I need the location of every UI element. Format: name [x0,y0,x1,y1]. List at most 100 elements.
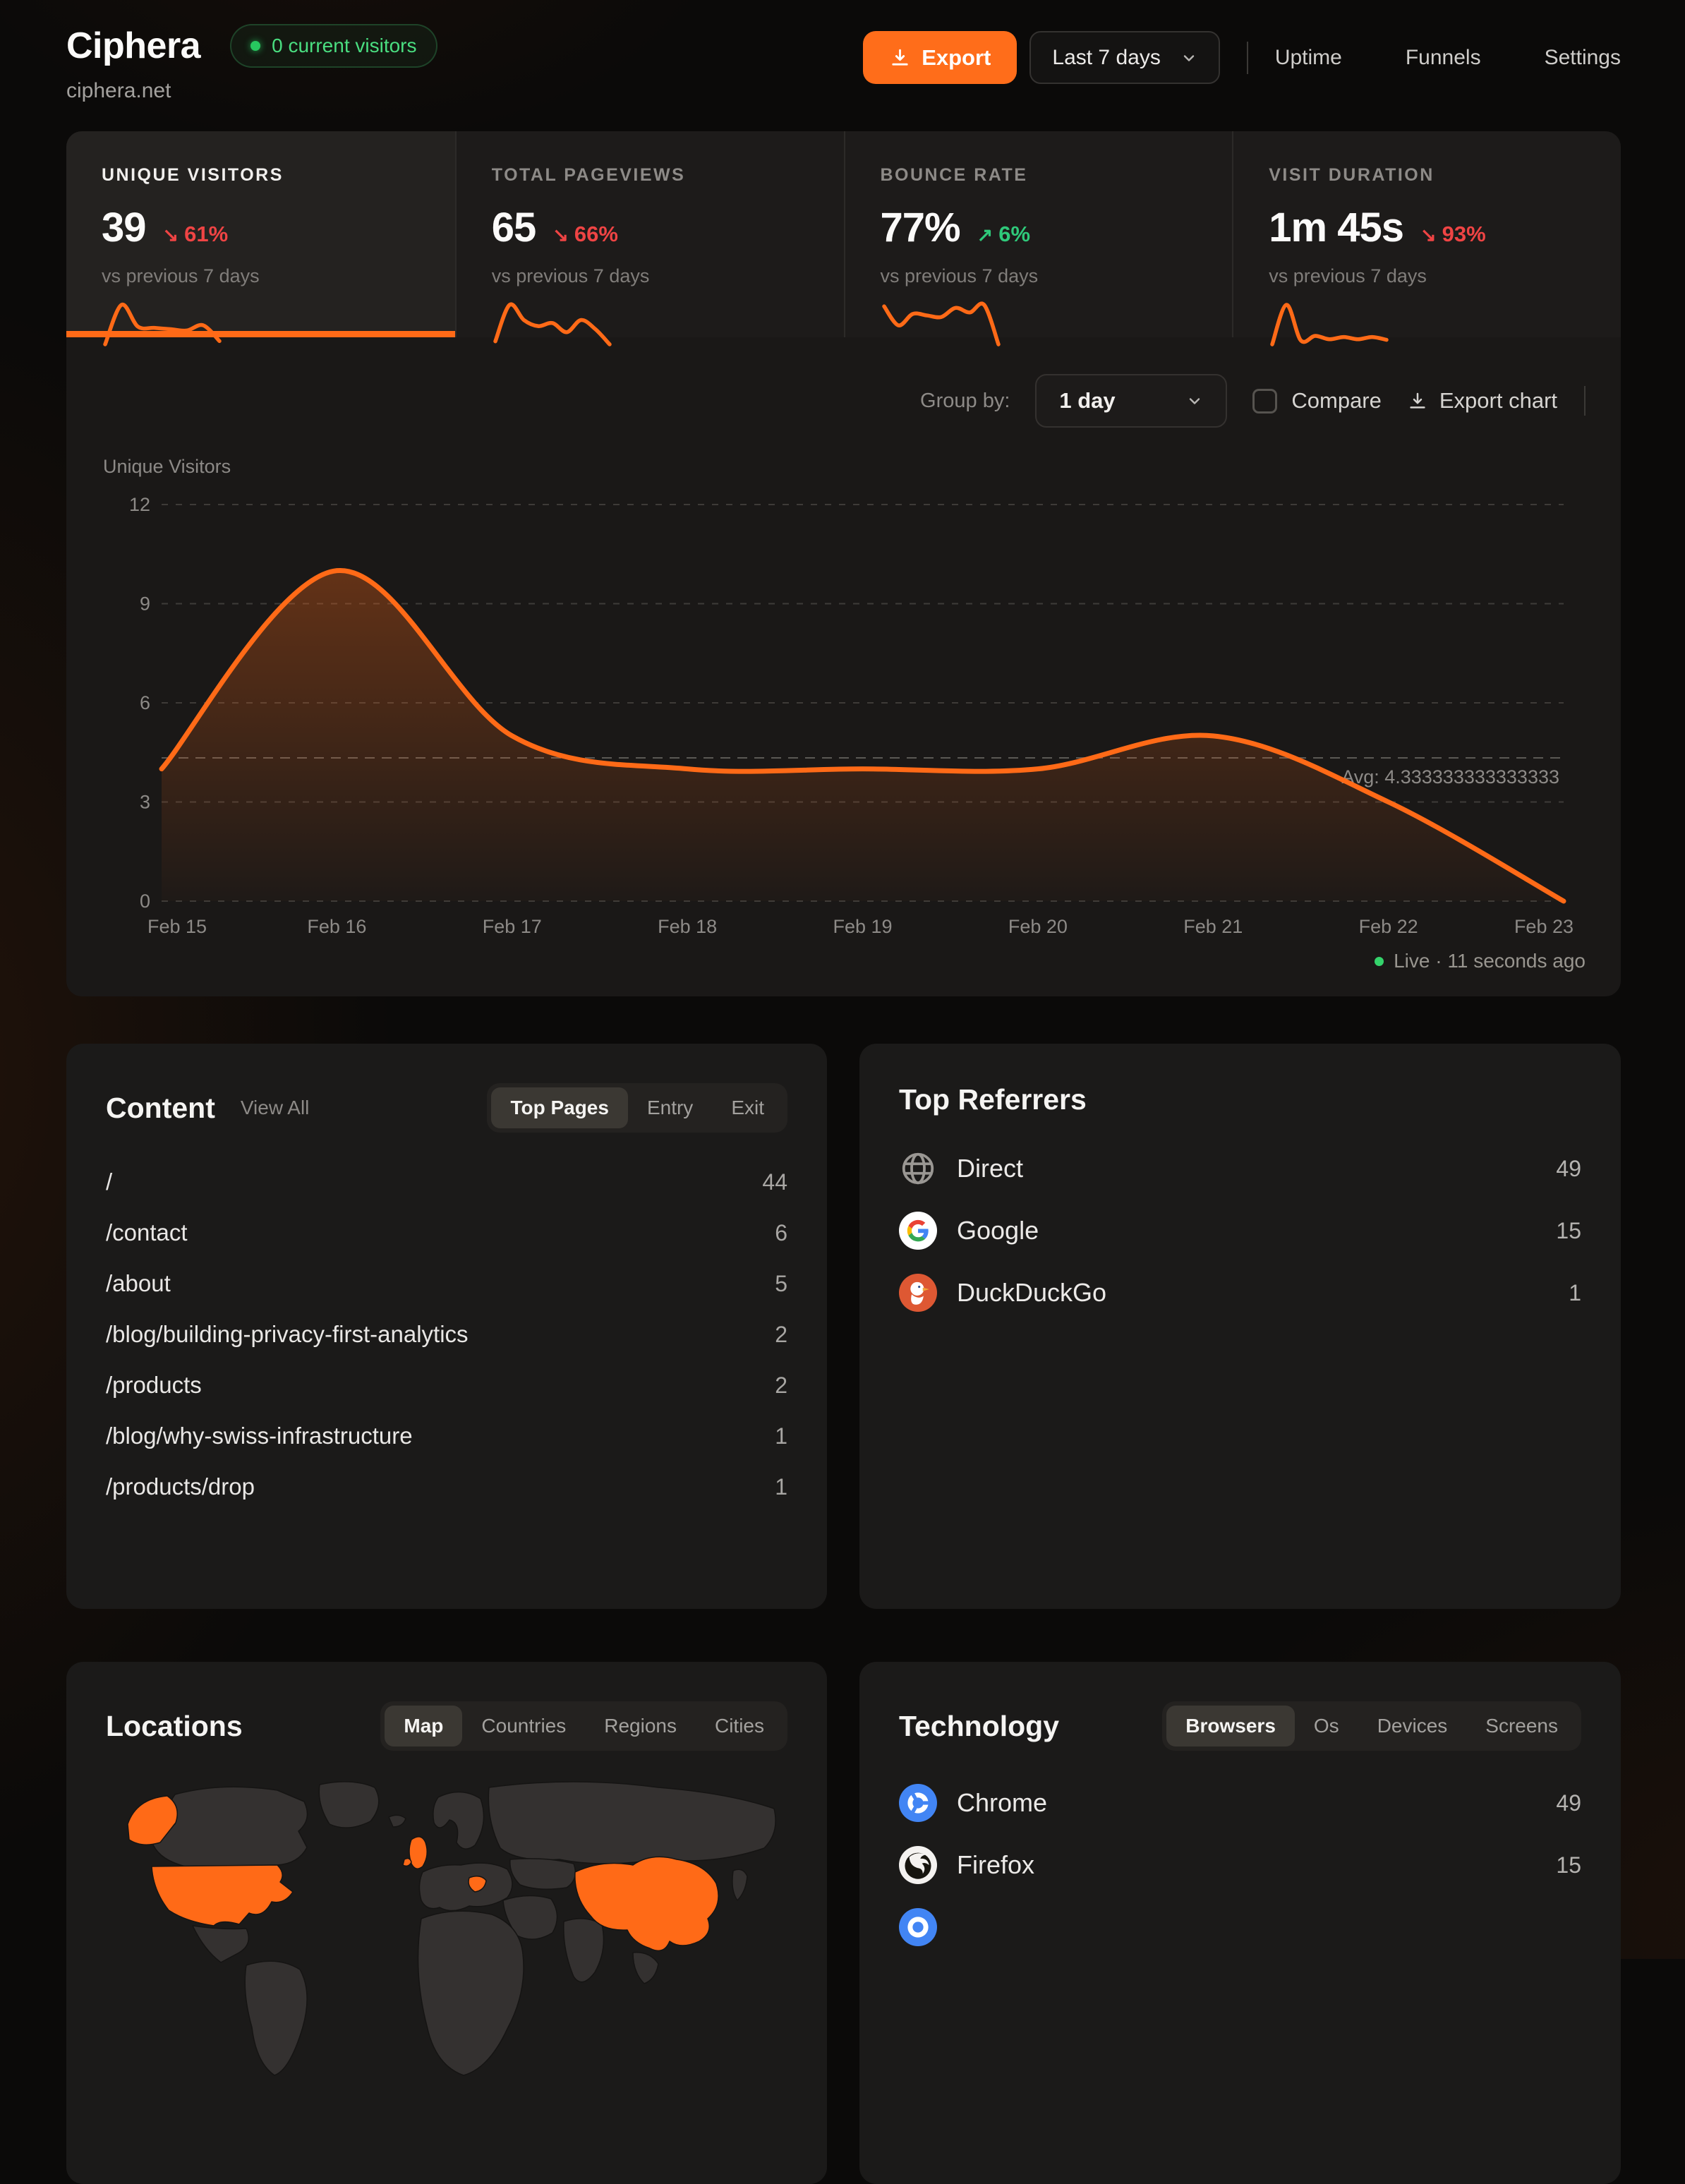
world-map-container [106,1780,787,2080]
view-all-link[interactable]: View All [241,1097,310,1119]
overview-panel: UNIQUE VISITORS 39 ↘61% vs previous 7 da… [66,131,1621,996]
svg-text:3: 3 [140,792,150,813]
list-item[interactable]: /products/drop1 [106,1461,787,1512]
stat-delta: ↘93% [1420,222,1486,247]
firefox-icon [899,1846,937,1884]
tab-screens[interactable]: Screens [1466,1706,1577,1746]
svg-text:Avg: 4.333333333333333: Avg: 4.333333333333333 [1341,766,1559,788]
export-chart-button[interactable]: Export chart [1407,388,1557,414]
dashboard-page: Ciphera 0 current visitors ciphera.net E… [0,0,1685,2184]
svg-text:Feb 19: Feb 19 [833,916,892,937]
sparkline-chart [492,301,613,348]
stat-visit-duration[interactable]: VISIT DURATION 1m 45s ↘93% vs previous 7… [1232,131,1621,337]
list-item[interactable]: /contact6 [106,1207,787,1258]
stat-delta: ↘61% [163,222,229,247]
compare-checkbox[interactable] [1252,389,1277,414]
svg-text:Feb 20: Feb 20 [1008,916,1068,937]
header: Ciphera 0 current visitors ciphera.net E… [66,24,1621,103]
list-item[interactable]: Firefox 15 [899,1834,1581,1896]
tab-entry[interactable]: Entry [628,1087,712,1128]
chrome-icon [899,1784,937,1822]
technology-card: Technology Browsers Os Devices Screens [859,1662,1621,2184]
stat-unique-visitors[interactable]: UNIQUE VISITORS 39 ↘61% vs previous 7 da… [66,131,455,337]
tab-regions[interactable]: Regions [585,1706,696,1746]
country-united-states [152,1865,293,1926]
content-tabs: Top Pages Entry Exit [487,1083,787,1133]
download-icon [889,47,911,68]
list-item[interactable]: Direct 49 [899,1138,1581,1200]
svg-text:0: 0 [140,891,150,912]
brand-block: Ciphera 0 current visitors ciphera.net [66,24,437,103]
list-item[interactable]: /blog/building-privacy-first-analytics2 [106,1309,787,1360]
site-domain: ciphera.net [66,79,437,103]
svg-text:Feb 16: Feb 16 [307,916,366,937]
top-referrers-title: Top Referrers [899,1083,1087,1116]
main-nav: Uptime Funnels Settings [1275,46,1621,70]
controls-divider [1584,386,1586,416]
svg-text:Feb 23: Feb 23 [1514,916,1574,937]
main-chart[interactable]: 036912Avg: 4.333333333333333Feb 15Feb 16… [102,483,1583,943]
trend-up-icon: ↗ [977,224,994,246]
google-icon [899,1212,937,1250]
chart-controls: Group by: 1 day Compare Export chart [102,374,1586,428]
list-item[interactable]: /about5 [106,1258,787,1309]
sparkline-chart [881,301,1002,348]
country-united-kingdom-ni [403,1859,411,1866]
nav-funnels[interactable]: Funnels [1406,46,1481,70]
stat-value: 39 [102,204,146,251]
group-by-value: 1 day [1059,388,1115,414]
world-map[interactable] [106,1780,787,2077]
tab-exit[interactable]: Exit [712,1087,783,1128]
svg-text:Feb 17: Feb 17 [483,916,542,937]
list-item[interactable]: /products2 [106,1360,787,1411]
tab-countries[interactable]: Countries [462,1706,585,1746]
tab-cities[interactable]: Cities [696,1706,783,1746]
stat-compare-label: vs previous 7 days [492,265,809,287]
stat-compare-label: vs previous 7 days [881,265,1197,287]
chevron-down-icon [1186,392,1203,409]
tab-top-pages[interactable]: Top Pages [491,1087,628,1128]
group-by-dropdown[interactable]: 1 day [1035,374,1227,428]
export-button[interactable]: Export [863,31,1017,84]
list-item[interactable]: DuckDuckGo 1 [899,1262,1581,1324]
live-label: Live · 11 seconds ago [1394,950,1586,972]
svg-text:6: 6 [140,692,150,713]
stat-value: 77% [881,204,960,251]
browsers-list: Chrome 49 Firefox 15 [899,1772,1581,1958]
live-status: Live · 11 seconds ago [102,950,1586,972]
tab-os[interactable]: Os [1295,1706,1358,1746]
list-item[interactable]: /44 [106,1157,787,1207]
country-united-kingdom [409,1837,427,1869]
date-range-dropdown[interactable]: Last 7 days [1029,31,1219,84]
stat-label: UNIQUE VISITORS [102,165,420,186]
locations-card: Locations Map Countries Regions Cities [66,1662,827,2184]
compare-toggle[interactable]: Compare [1252,388,1382,414]
tab-map[interactable]: Map [385,1706,462,1746]
chart-axis-title: Unique Visitors [103,456,1586,478]
sparkline-chart [1269,301,1390,348]
svg-text:12: 12 [129,494,150,515]
stat-value: 65 [492,204,536,251]
top-referrers-card: Top Referrers Direct 49 [859,1044,1621,1609]
list-item[interactable]: /blog/why-swiss-infrastructure1 [106,1411,787,1461]
svg-text:Feb 15: Feb 15 [147,916,207,937]
locations-tabs: Map Countries Regions Cities [380,1701,787,1751]
duckduckgo-icon [899,1274,937,1312]
chevron-down-icon [1180,49,1197,66]
referrers-list: Direct 49 Google 15 [899,1138,1581,1324]
cards-row-1: Content View All Top Pages Entry Exit /4… [66,1044,1621,1609]
list-item[interactable]: Chrome 49 [899,1772,1581,1834]
stat-bounce-rate[interactable]: BOUNCE RATE 77% ↗6% vs previous 7 days [844,131,1233,337]
nav-uptime[interactable]: Uptime [1275,46,1342,70]
current-visitors-badge: 0 current visitors [230,24,437,68]
tab-devices[interactable]: Devices [1358,1706,1467,1746]
group-by-label: Group by: [920,390,1010,413]
chart-panel: Group by: 1 day Compare Export chart [66,337,1621,996]
list-item[interactable]: Google 15 [899,1200,1581,1262]
export-button-label: Export [922,45,991,71]
stat-total-pageviews[interactable]: TOTAL PAGEVIEWS 65 ↘66% vs previous 7 da… [455,131,844,337]
nav-settings[interactable]: Settings [1545,46,1621,70]
tab-browsers[interactable]: Browsers [1166,1706,1295,1746]
list-item-cutoff[interactable] [899,1896,1581,1958]
stat-delta: ↗6% [977,222,1030,247]
